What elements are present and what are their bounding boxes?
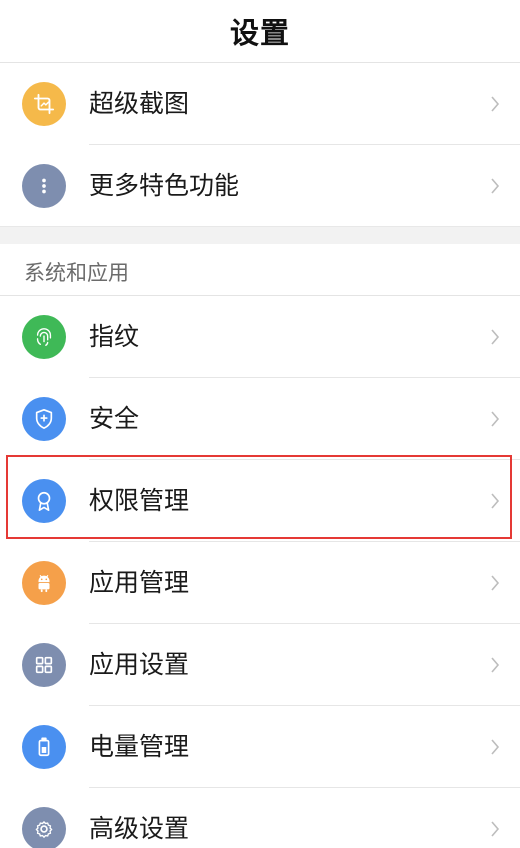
settings-item-app-management[interactable]: 应用管理 xyxy=(0,542,520,624)
settings-item-label: 高级设置 xyxy=(89,814,190,843)
settings-item-super-screenshot[interactable]: 超级截图 xyxy=(0,63,520,145)
section-title: 系统和应用 xyxy=(24,261,129,285)
section-header: 系统和应用 xyxy=(0,244,520,296)
chevron-right-icon xyxy=(491,493,500,509)
chevron-right-icon xyxy=(491,411,500,427)
chevron-right-icon xyxy=(491,178,500,194)
settings-item-label: 更多特色功能 xyxy=(89,171,240,200)
crop-icon xyxy=(22,82,66,126)
settings-item-app-settings[interactable]: 应用设置 xyxy=(0,624,520,706)
settings-item-fingerprint[interactable]: 指纹 xyxy=(0,296,520,378)
chevron-right-icon xyxy=(491,821,500,837)
settings-item-permission-management[interactable]: 权限管理 xyxy=(0,460,520,542)
settings-item-battery-management[interactable]: 电量管理 xyxy=(0,706,520,788)
shield-icon xyxy=(22,397,66,441)
settings-item-label: 电量管理 xyxy=(89,732,190,761)
more-dots-icon xyxy=(22,164,66,208)
settings-item-label: 权限管理 xyxy=(89,486,190,515)
settings-item-label: 指纹 xyxy=(89,322,140,351)
settings-item-label: 应用管理 xyxy=(89,568,190,597)
android-icon xyxy=(22,561,66,605)
chevron-right-icon xyxy=(491,96,500,112)
settings-item-label: 应用设置 xyxy=(89,650,190,679)
settings-item-more-features[interactable]: 更多特色功能 xyxy=(0,145,520,227)
page-title: 设置 xyxy=(229,16,290,50)
settings-screen: 设置 超级截图 更多特色功能 系统和应用 指纹 安全 权限管理 应用管理 应用设… xyxy=(0,0,520,848)
settings-item-security[interactable]: 安全 xyxy=(0,378,520,460)
fingerprint-icon xyxy=(22,315,66,359)
chevron-right-icon xyxy=(491,329,500,345)
chevron-right-icon xyxy=(491,575,500,591)
grid-icon xyxy=(22,643,66,687)
settings-item-advanced-settings[interactable]: 高级设置 xyxy=(0,788,520,848)
settings-item-label: 超级截图 xyxy=(89,89,190,118)
section-gap xyxy=(0,226,520,244)
battery-icon xyxy=(22,725,66,769)
gear-icon xyxy=(22,807,66,848)
settings-item-label: 安全 xyxy=(89,404,140,433)
chevron-right-icon xyxy=(491,657,500,673)
chevron-right-icon xyxy=(491,739,500,755)
badge-icon xyxy=(22,479,66,523)
title-bar: 设置 xyxy=(0,0,520,63)
